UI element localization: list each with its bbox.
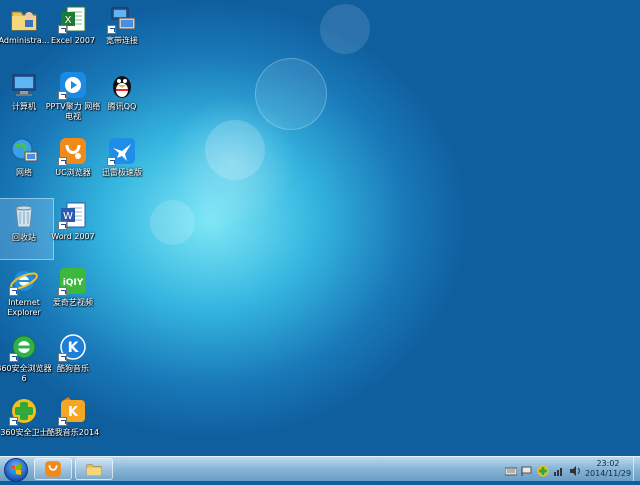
- desktop-icon-kugou[interactable]: K 酷狗音乐: [43, 330, 103, 392]
- excel-icon: X: [58, 4, 88, 34]
- taskbar-uc-browser[interactable]: [34, 458, 72, 480]
- kuwo-icon: K: [58, 396, 88, 426]
- recycle-bin-icon: [9, 201, 39, 231]
- desktop-icon-broadband-connection[interactable]: 宽带连接: [92, 2, 152, 64]
- icon-label: 腾讯QQ: [107, 102, 137, 111]
- icon-label: 宽带连接: [106, 36, 138, 45]
- wallpaper-bokeh: [255, 58, 327, 130]
- flag-icon[interactable]: [521, 462, 533, 476]
- xunlei-bird-icon: [107, 136, 137, 166]
- wallpaper-bokeh: [205, 120, 265, 180]
- internet-explorer-icon: [9, 266, 39, 296]
- computer-icon: [9, 70, 39, 100]
- icon-label: 迅雷极速版: [102, 168, 142, 177]
- taskbar-clock[interactable]: 23:02 2014/11/29: [583, 459, 633, 479]
- 360-safe-tray-icon[interactable]: [537, 462, 549, 477]
- svg-text:K: K: [68, 405, 79, 420]
- shortcut-arrow-icon: [107, 157, 116, 166]
- desktop-icon-iqiyi[interactable]: iQIY 爱奇艺视频: [43, 264, 103, 326]
- icon-label: 爱奇艺视频: [53, 298, 93, 307]
- clock-time: 23:02: [596, 459, 620, 468]
- shortcut-arrow-icon: [58, 91, 67, 100]
- desktop-icon-word-2007[interactable]: W Word 2007: [43, 198, 103, 260]
- qq-penguin-icon: [107, 70, 137, 100]
- uc-browser-icon: [45, 461, 61, 477]
- network-globe-icon: [9, 136, 39, 166]
- wallpaper-bokeh: [150, 200, 195, 245]
- desktop[interactable]: Administra... 计算机 网络 回收站 Internet Explor…: [0, 0, 640, 456]
- 360-safe-icon: [9, 396, 39, 426]
- uc-browser-icon: [58, 136, 88, 166]
- taskbar: 23:02 2014/11/29: [0, 456, 640, 482]
- wallpaper-bokeh: [320, 4, 370, 54]
- desktop-icon-tencent-qq[interactable]: 腾讯QQ: [92, 68, 152, 130]
- 360-browser-icon: [9, 332, 39, 362]
- windows-logo-icon: [11, 464, 21, 475]
- desktop-icon-xunlei[interactable]: 迅雷极速版: [92, 134, 152, 196]
- volume-icon[interactable]: [569, 462, 581, 476]
- icon-label: 酷狗音乐: [57, 364, 89, 373]
- shortcut-arrow-icon: [58, 417, 67, 426]
- keyboard-icon[interactable]: [504, 462, 518, 476]
- user-folder-icon: [9, 4, 39, 34]
- shortcut-arrow-icon: [107, 25, 116, 34]
- icon-label: Word 2007: [51, 232, 95, 241]
- shortcut-arrow-icon: [58, 157, 67, 166]
- start-button[interactable]: [4, 458, 28, 482]
- clock-date: 2014/11/29: [584, 469, 632, 478]
- shortcut-arrow-icon: [9, 287, 18, 296]
- shortcut-arrow-icon: [58, 287, 67, 296]
- shortcut-arrow-icon: [58, 353, 67, 362]
- taskbar-file-explorer[interactable]: [75, 458, 113, 480]
- shortcut-arrow-icon: [9, 417, 18, 426]
- show-desktop-button[interactable]: [633, 457, 640, 481]
- shortcut-arrow-icon: [58, 221, 67, 230]
- kugou-icon: K: [58, 332, 88, 362]
- iqiyi-icon: iQIY: [58, 266, 88, 296]
- word-icon: W: [58, 200, 88, 230]
- folder-icon: [86, 464, 102, 476]
- network-tray-icon[interactable]: [553, 462, 565, 476]
- icon-label: 酷我音乐2014: [46, 428, 100, 437]
- pptv-icon: [58, 70, 88, 100]
- shortcut-arrow-icon: [58, 25, 67, 34]
- broadband-connection-icon: [107, 4, 137, 34]
- shortcut-arrow-icon: [9, 353, 18, 362]
- desktop-icon-kuwo-2014[interactable]: K 酷我音乐2014: [43, 394, 103, 456]
- svg-text:K: K: [68, 340, 80, 356]
